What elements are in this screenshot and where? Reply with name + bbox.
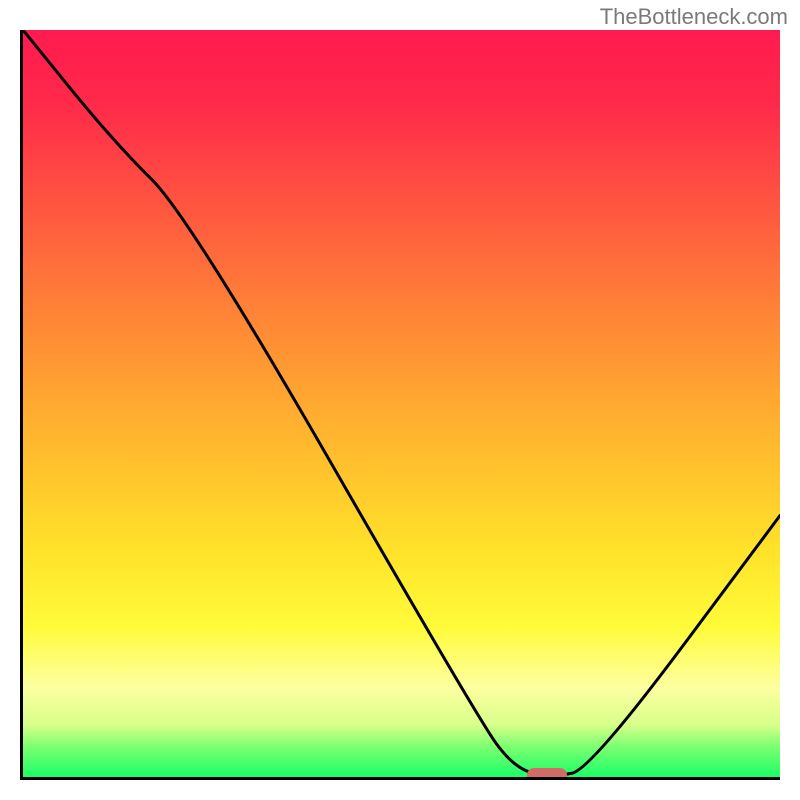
curve-svg	[23, 30, 780, 777]
optimal-marker	[527, 768, 567, 780]
plot-area	[20, 30, 780, 780]
chart-container: TheBottleneck.com	[0, 0, 800, 800]
watermark-text: TheBottleneck.com	[600, 4, 788, 30]
bottleneck-curve	[23, 30, 780, 775]
